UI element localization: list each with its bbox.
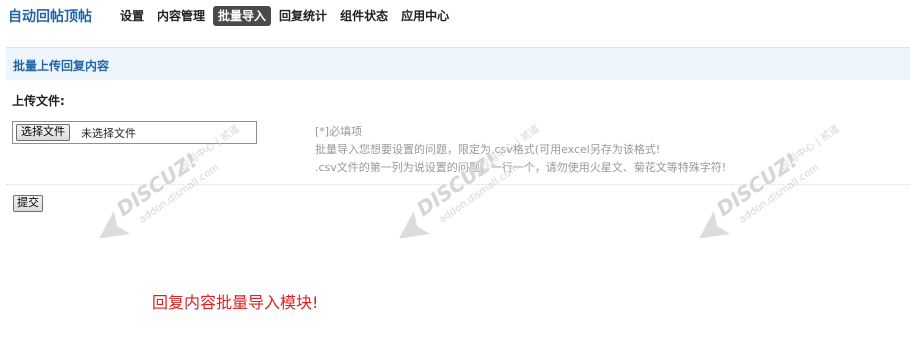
tab-reply-stats[interactable]: 回复统计 bbox=[274, 6, 332, 26]
nav-tabs: 设置 内容管理 批量导入 回复统计 组件状态 应用中心 bbox=[115, 6, 457, 26]
form-divider bbox=[6, 184, 910, 185]
file-status-text: 未选择文件 bbox=[81, 127, 136, 140]
file-input[interactable]: 选择文件 未选择文件 bbox=[12, 121, 257, 144]
form-tips: [*]必填项 批量导入您想要设置的问题，限定为.csv格式(可用excel另存为… bbox=[315, 123, 726, 177]
tab-app-center[interactable]: 应用中心 bbox=[396, 6, 454, 26]
module-caption: 回复内容批量导入模块! bbox=[152, 293, 319, 312]
required-hint: [*]必填项 bbox=[315, 125, 363, 138]
tip-line-2: .csv文件的第一列为说设置的问题，一行一个，请勿使用火星文、菊花文等特殊字符! bbox=[315, 161, 727, 174]
tab-settings[interactable]: 设置 bbox=[115, 6, 149, 26]
svg-text:应用中心 | 贰道: 应用中心 | 贰道 bbox=[777, 122, 842, 173]
tip-line-1: 批量导入您想要设置的问题，限定为.csv格式(可用excel另存为该格式! bbox=[315, 143, 661, 156]
tab-content-management[interactable]: 内容管理 bbox=[152, 6, 210, 26]
svg-text:addon.dismall.com: addon.dismall.com bbox=[137, 162, 221, 225]
app-title: 自动回帖顶帖 bbox=[8, 9, 92, 25]
section-title: 批量上传回复内容 bbox=[13, 59, 110, 73]
upload-file-label: 上传文件: bbox=[12, 94, 65, 108]
choose-file-button[interactable]: 选择文件 bbox=[16, 124, 70, 141]
top-navigation: 自动回帖顶帖 设置 内容管理 批量导入 回复统计 组件状态 应用中心 bbox=[0, 0, 910, 30]
watermark-logo: DISCUZ! 应用中心 | 贰道 addon.dismall.com bbox=[50, 70, 250, 260]
section-header: 批量上传回复内容 bbox=[6, 47, 910, 80]
submit-button[interactable]: 提交 bbox=[13, 195, 43, 212]
tab-batch-import[interactable]: 批量导入 bbox=[213, 6, 272, 26]
tab-component-status[interactable]: 组件状态 bbox=[335, 6, 393, 26]
svg-text:addon.dismall.com: addon.dismall.com bbox=[737, 162, 821, 225]
